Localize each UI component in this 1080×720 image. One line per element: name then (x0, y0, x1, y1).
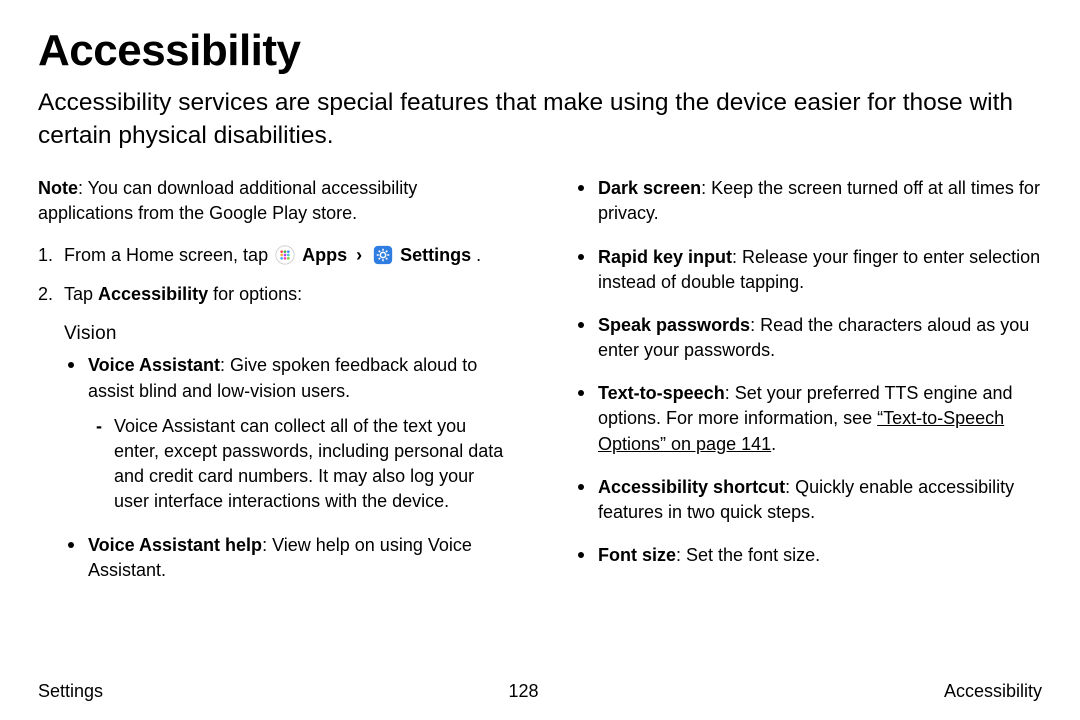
shortcut-title: Accessibility shortcut (598, 477, 785, 497)
apps-icon (275, 245, 295, 265)
apps-label: Apps (302, 245, 347, 265)
tts-title: Text-to-speech (598, 383, 725, 403)
intro-text: Accessibility services are special featu… (38, 86, 1042, 152)
step-1: From a Home screen, tap (38, 243, 506, 268)
item-dark-screen: Dark screen: Keep the screen turned off … (574, 176, 1042, 226)
settings-label: Settings (400, 245, 471, 265)
settings-gear-icon (373, 245, 393, 265)
voice-assistant-note: Voice Assistant can collect all of the t… (92, 414, 506, 515)
note-body: : You can download additional accessibil… (38, 178, 417, 223)
speak-passwords-title: Speak passwords (598, 315, 750, 335)
footer-page-number: 128 (508, 681, 538, 702)
step-2-prefix: Tap (64, 284, 98, 304)
dark-screen-title: Dark screen (598, 178, 701, 198)
vision-voice-assistant-help: Voice Assistant help: View help on using… (64, 533, 506, 583)
voice-assistant-title: Voice Assistant (88, 355, 220, 375)
step-2: Tap Accessibility for options: (38, 282, 506, 307)
chevron-right-icon: › (356, 245, 362, 265)
voice-assistant-sublist: Voice Assistant can collect all of the t… (92, 414, 506, 515)
content-columns: Note: You can download additional access… (38, 176, 1042, 601)
step-1-prefix: From a Home screen, tap (64, 245, 273, 265)
step-2-suffix: for options: (208, 284, 302, 304)
right-list: Dark screen: Keep the screen turned off … (574, 176, 1042, 568)
item-speak-passwords: Speak passwords: Read the characters alo… (574, 313, 1042, 363)
font-size-text: : Set the font size. (676, 545, 820, 565)
font-size-title: Font size (598, 545, 676, 565)
item-tts: Text-to-speech: Set your preferred TTS e… (574, 381, 1042, 457)
item-shortcut: Accessibility shortcut: Quickly enable a… (574, 475, 1042, 525)
page: Accessibility Accessibility services are… (0, 0, 1080, 720)
left-column: Note: You can download additional access… (38, 176, 506, 601)
rapid-key-title: Rapid key input (598, 247, 732, 267)
page-title: Accessibility (38, 26, 1042, 76)
vision-heading: Vision (64, 321, 506, 348)
note-text: Note: You can download additional access… (38, 176, 506, 226)
vision-voice-assistant: Voice Assistant: Give spoken feedback al… (64, 353, 506, 514)
item-rapid-key: Rapid key input: Release your finger to … (574, 245, 1042, 295)
note-label: Note (38, 178, 78, 198)
steps-list: From a Home screen, tap (38, 243, 506, 307)
voice-assistant-help-title: Voice Assistant help (88, 535, 262, 555)
tts-suffix: . (771, 434, 776, 454)
right-column: Dark screen: Keep the screen turned off … (574, 176, 1042, 601)
item-font-size: Font size: Set the font size. (574, 543, 1042, 568)
step-1-suffix: . (471, 245, 481, 265)
vision-list: Voice Assistant: Give spoken feedback al… (64, 353, 506, 583)
step-2-bold: Accessibility (98, 284, 208, 304)
page-footer: Settings 128 Accessibility (38, 681, 1042, 702)
footer-left: Settings (38, 681, 103, 702)
footer-right: Accessibility (944, 681, 1042, 702)
